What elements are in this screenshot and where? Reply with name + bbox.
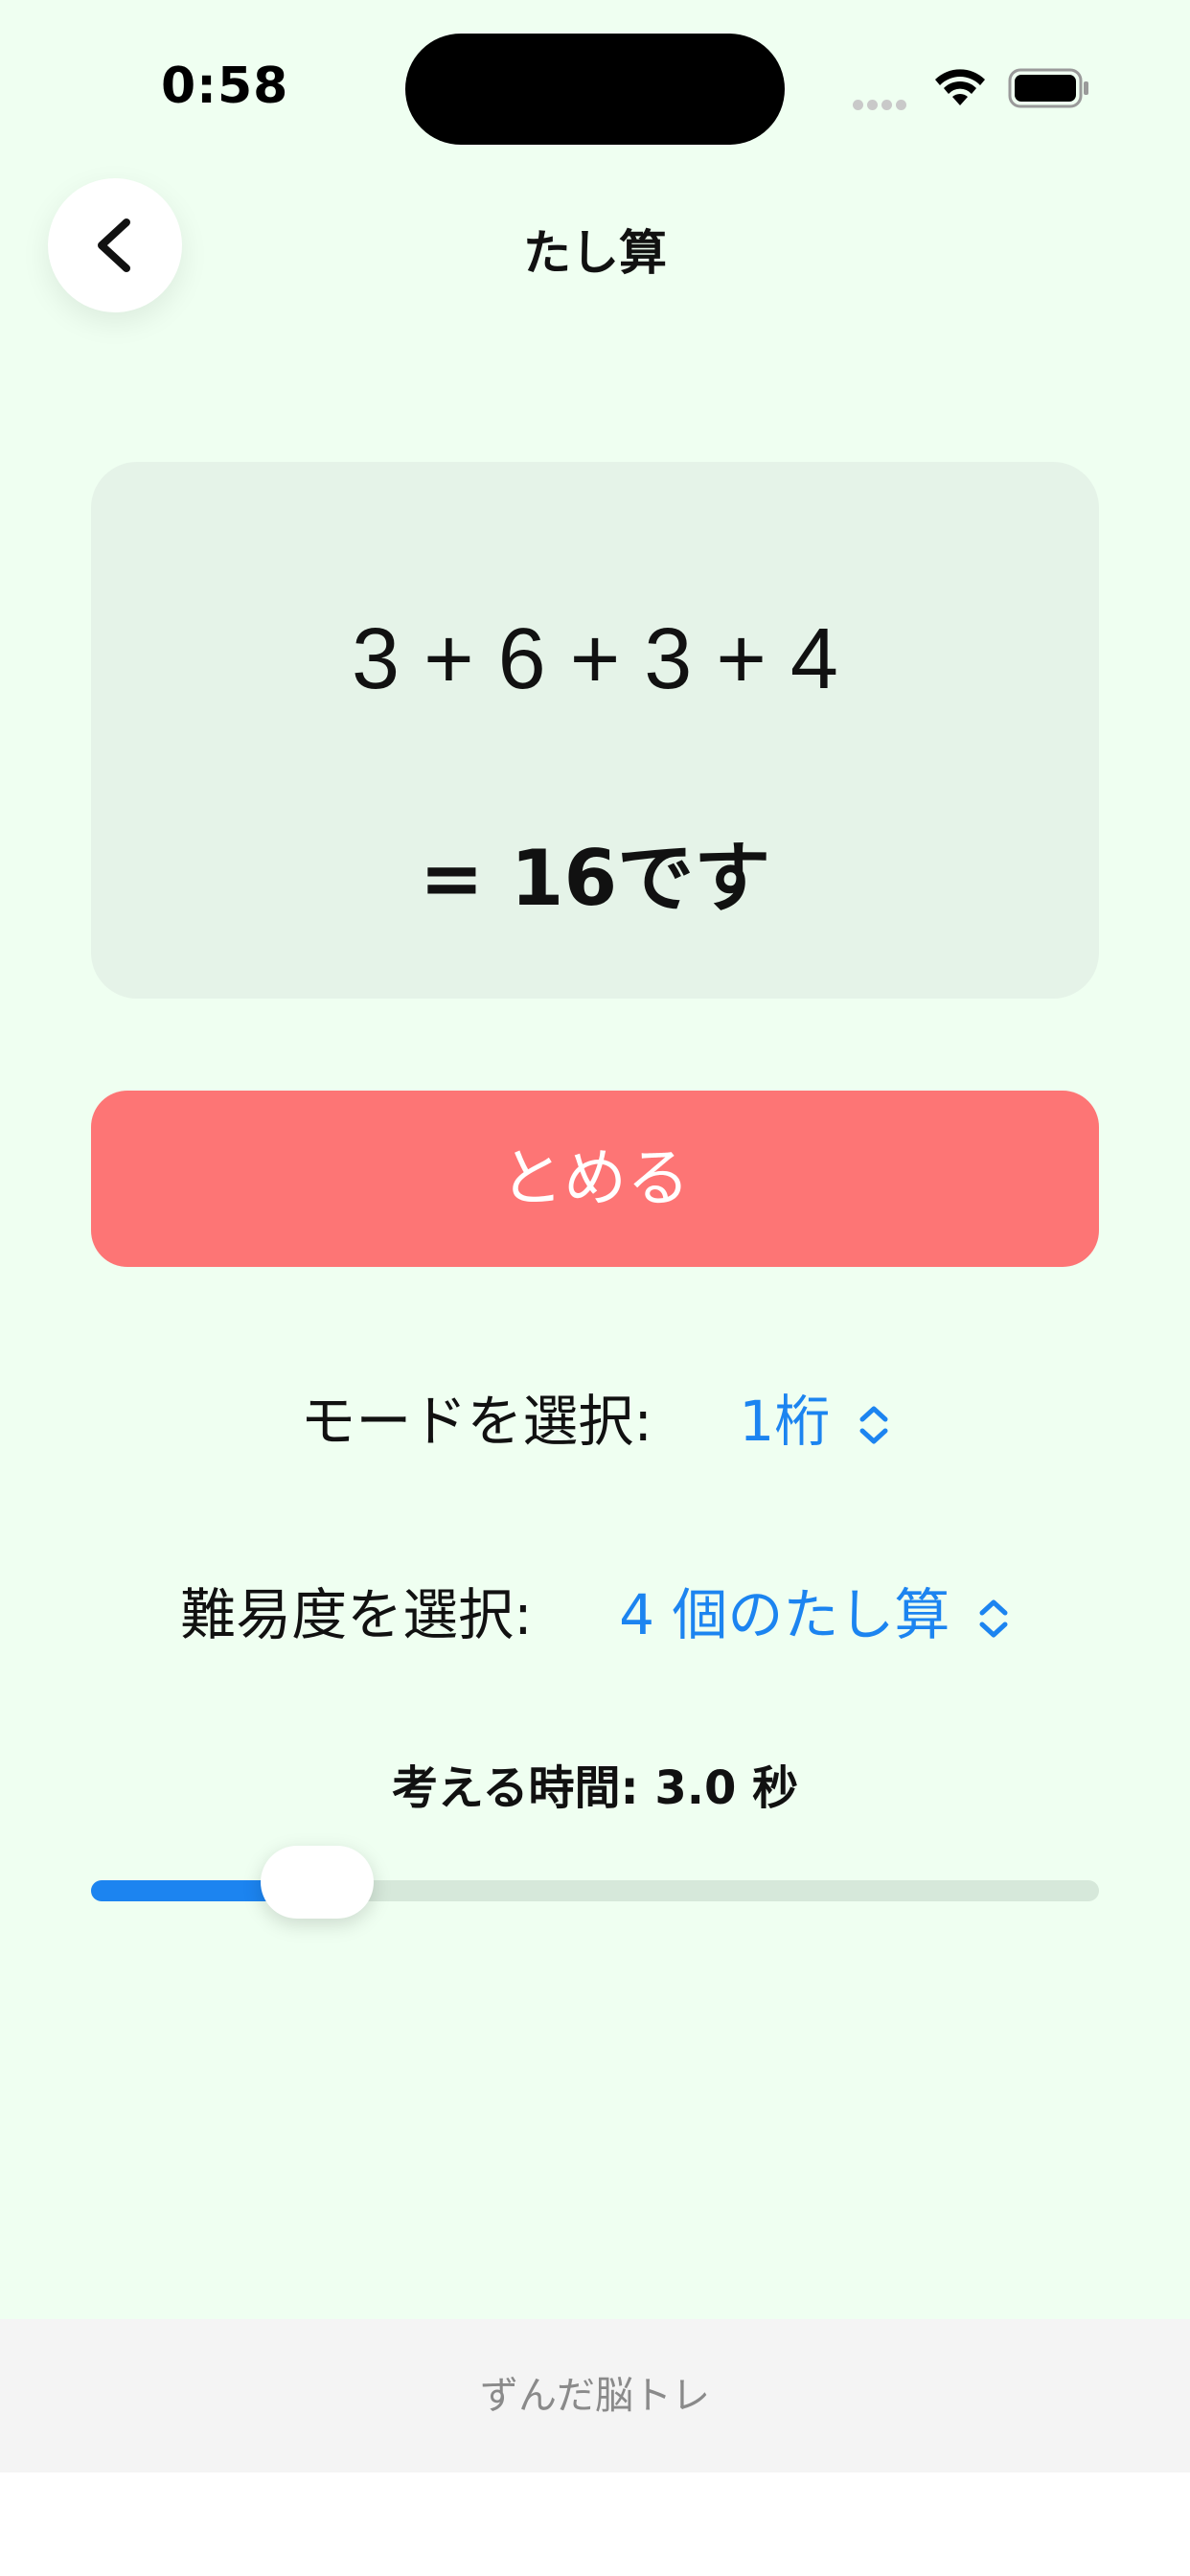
page-title: たし算 (523, 225, 667, 281)
problem-answer: = 16です (419, 834, 771, 923)
wifi-icon (935, 69, 985, 105)
chevron-up-down-icon (859, 1406, 888, 1444)
chevron-up-down-icon (979, 1599, 1008, 1638)
mode-picker[interactable]: 1桁 (739, 1376, 889, 1457)
app-screen: 0:58 たし算 3 + 6 + 3 + 4 = 16です とめる モードを選択… (0, 0, 1190, 2472)
mode-picker-label: モードを選択: (300, 1389, 652, 1454)
dynamic-island (405, 34, 785, 145)
status-time: 0:58 (161, 58, 289, 115)
difficulty-picker-value: 4 個のたし算 (619, 1582, 950, 1647)
difficulty-picker[interactable]: 4 個のたし算 (619, 1570, 1010, 1650)
thinking-time-slider[interactable] (91, 1846, 1099, 1919)
stop-button[interactable]: とめる (91, 1091, 1099, 1267)
mode-picker-value: 1桁 (739, 1389, 831, 1454)
problem-expression: 3 + 6 + 3 + 4 (352, 611, 838, 707)
footer-app-name: ずんだ脳トレ (480, 2374, 710, 2418)
thinking-time-label: 考える時間: 3.0 秒 (391, 1761, 799, 1815)
footer-banner: ずんだ脳トレ (0, 2319, 1190, 2472)
mode-picker-row: モードを選択: 1桁 (0, 1376, 1190, 1457)
difficulty-picker-row: 難易度を選択: 4 個のたし算 (0, 1570, 1190, 1650)
cellular-signal-icon (853, 96, 912, 110)
battery-icon (1008, 68, 1088, 108)
difficulty-picker-label: 難易度を選択: (180, 1582, 533, 1647)
slider-thumb[interactable] (261, 1846, 375, 1919)
problem-card: 3 + 6 + 3 + 4 = 16です (91, 462, 1099, 999)
